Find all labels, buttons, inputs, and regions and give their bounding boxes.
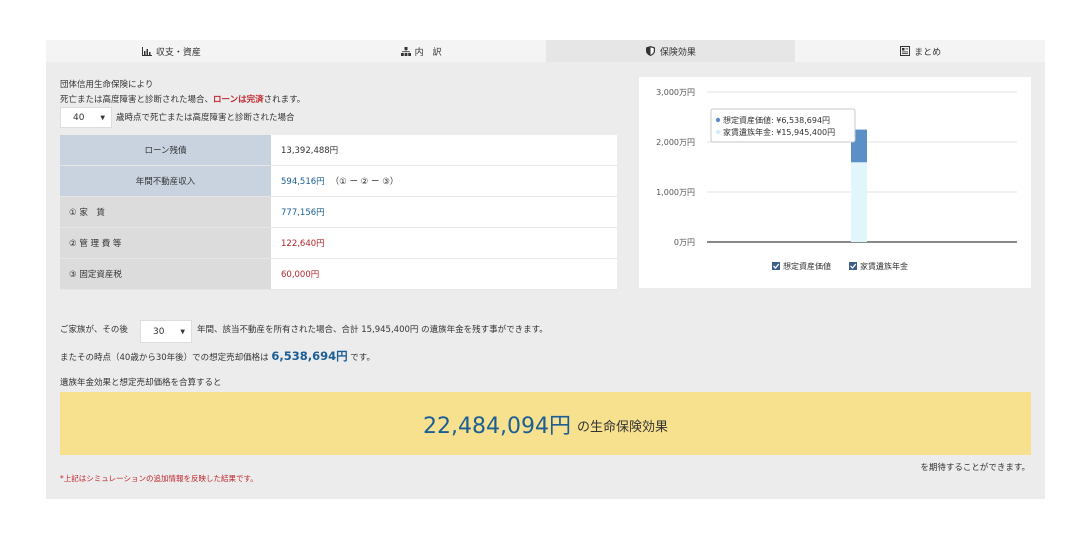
footnote: *上記はシミュレーションの追加情報を反映した結果です。 xyxy=(60,474,258,483)
insurance-chart: 3,000万円 2,000万円 1,000万円 0万円 想定資産価値: ¥6,538,6… xyxy=(639,77,1031,288)
row-label: ② 管 理 費 等 xyxy=(60,228,271,258)
row-label: ③ 固定資産税 xyxy=(60,259,271,289)
row-label: 年間不動産収入 xyxy=(60,166,271,196)
tooltip-dot-pension xyxy=(715,129,721,135)
loan-repaid-highlight: ローンは完済 xyxy=(213,95,264,105)
y-tick-label: 1,000万円 xyxy=(656,188,695,197)
table-row: ① 家 賃 777,156円 xyxy=(60,197,617,228)
annual-income-cell: 594,516円 （① ー ② ー ③） xyxy=(271,166,617,196)
caret-down-icon: ▼ xyxy=(180,328,185,335)
insurance-effect-label: の生命保険効果 xyxy=(576,420,668,435)
insurance-effect-result: 22,484,094円 の生命保険効果 xyxy=(60,392,1031,455)
years-select[interactable]: 30 ▼ xyxy=(140,320,192,343)
intro-text: 団体信用生命保険により 死亡または高度障害と診断された場合、ローンは完済されます… xyxy=(60,78,305,108)
tooltip-line-pension: 家賃遺族年金: ¥15,945,400円 xyxy=(723,127,835,137)
tab-bar: 収支・資産 内 訳 保険効果 まとめ xyxy=(46,40,1045,62)
tab-insurance-effect[interactable]: 保険効果 xyxy=(545,40,796,62)
y-tick-label: 3,000万円 xyxy=(656,88,695,97)
years-select-value: 30 xyxy=(153,326,165,337)
sale-price: 6,538,694円 xyxy=(271,349,348,363)
management-fee-value: 122,640円 xyxy=(271,228,617,258)
pension-sentence-start: ご家族が、その後 xyxy=(60,325,128,335)
tab-breakdown[interactable]: 内 訳 xyxy=(296,40,546,62)
insurance-panel: 収支・資産 内 訳 保険効果 まとめ 団体信用生命保険により 死亡または高度障害… xyxy=(46,40,1045,499)
legend-checkbox xyxy=(849,262,857,270)
bar-pension xyxy=(851,162,867,242)
tooltip-dot-asset xyxy=(715,117,721,123)
intro-line-2: 死亡または高度障害と診断された場合、ローンは完済されます。 xyxy=(60,95,306,105)
tooltip-line-asset: 想定資産価値: ¥6,538,694円 xyxy=(723,115,830,125)
row-label: ローン残債 xyxy=(60,135,271,165)
expect-text: を期待することができます。 xyxy=(920,463,1030,473)
tab-label: 内 訳 xyxy=(414,47,442,58)
y-tick-label: 0万円 xyxy=(674,238,695,247)
tab-label: まとめ xyxy=(914,47,942,58)
age-select-value: 40 xyxy=(73,112,85,123)
tab-income-assets[interactable]: 収支・資産 xyxy=(46,40,296,62)
table-row: 年間不動産収入 594,516円 （① ー ② ー ③） xyxy=(60,166,617,197)
loan-balance-value: 13,392,488円 xyxy=(271,135,617,165)
row-label: ① 家 賃 xyxy=(60,197,271,227)
caret-down-icon: ▼ xyxy=(100,114,105,121)
table-row: ② 管 理 費 等 122,640円 xyxy=(60,228,617,259)
shield-icon xyxy=(645,46,657,56)
tab-label: 保険効果 xyxy=(659,47,696,58)
table-row: ローン残債 13,392,488円 xyxy=(60,135,617,166)
combine-sentence: 遺族年金効果と想定売却価格を合算すると xyxy=(60,378,222,388)
chart-svg: 3,000万円 2,000万円 1,000万円 0万円 想定資産価値: ¥6,538,6… xyxy=(656,88,1017,271)
property-tax-value: 60,000円 xyxy=(271,259,617,289)
y-tick-label: 2,000万円 xyxy=(656,138,695,147)
annual-income-formula: （① ー ② ー ③） xyxy=(330,177,399,187)
legend-checkbox xyxy=(772,262,780,270)
sitemap-icon xyxy=(400,46,412,56)
pension-total: 15,945,400円 xyxy=(361,325,419,335)
tooltip-box xyxy=(710,108,856,143)
rent-value: 777,156円 xyxy=(271,197,617,227)
table-row: ③ 固定資産税 60,000円 xyxy=(60,259,617,290)
tab-label: 収支・資産 xyxy=(155,47,201,58)
bar-chart-icon xyxy=(141,46,153,56)
tab-summary[interactable]: まとめ xyxy=(795,40,1045,62)
age-select-label: 歳時点で死亡または高度障害と診断された場合 xyxy=(116,113,295,123)
intro-line-1: 団体信用生命保険により xyxy=(60,80,154,90)
pension-sentence: 年間、該当不動産を所有された場合、合計 15,945,400円 の遺族年金を残す… xyxy=(197,325,548,335)
age-select[interactable]: 40 ▼ xyxy=(60,107,112,128)
annual-income-value: 594,516円 xyxy=(281,177,325,187)
legend-label: 想定資産価値 xyxy=(783,261,831,271)
sale-price-sentence: またその時点（40歳から30年後）での想定売却価格は 6,538,694円 です… xyxy=(60,349,375,363)
loan-income-table: ローン残債 13,392,488円 年間不動産収入 594,516円 （① ー … xyxy=(60,135,617,290)
insurance-effect-amount: 22,484,094円 xyxy=(423,413,571,439)
legend-label: 家賃遺族年金 xyxy=(860,261,908,271)
summary-icon xyxy=(899,46,911,56)
